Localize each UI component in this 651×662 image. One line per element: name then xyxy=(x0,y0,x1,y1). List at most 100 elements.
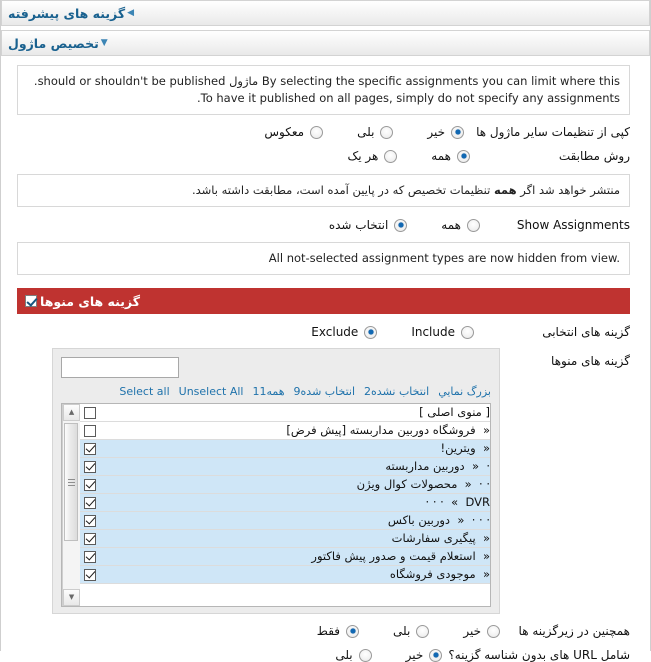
radio-match-method-all[interactable]: همه xyxy=(431,149,470,163)
tree-scrollbar[interactable]: ▲ ▼ xyxy=(62,404,80,606)
tree-row[interactable]: · · · « دوربین باکس xyxy=(80,512,490,530)
radio-label: همه xyxy=(441,218,461,232)
tree-row[interactable]: « فروشگاه دوربین مداربسته [پیش فرض] xyxy=(80,422,490,440)
checkbox-icon[interactable] xyxy=(25,295,37,307)
radio-icon[interactable] xyxy=(416,624,430,638)
radio-match-method-any[interactable]: هر یک xyxy=(347,149,398,163)
scroll-down-button[interactable]: ▼ xyxy=(63,589,80,606)
checkbox-icon[interactable] xyxy=(84,478,96,491)
radio-label: بلی xyxy=(393,624,411,638)
tree-row[interactable]: · · « محصولات کوال ویژن xyxy=(80,476,490,494)
menu-options-bar[interactable]: گزینه های منوها xyxy=(17,288,630,314)
row-match-method: روش مطابقت همه هر یک xyxy=(17,149,630,163)
match-method-note: منتشر خواهد شد اگر همه تنظیمات تخصیص که … xyxy=(17,174,630,207)
scroll-track[interactable] xyxy=(63,421,80,589)
radio-icon[interactable] xyxy=(451,125,465,139)
scroll-up-button[interactable]: ▲ xyxy=(63,404,80,421)
radio-include-subitems-only[interactable]: فقط xyxy=(317,624,359,638)
radio-icon[interactable] xyxy=(346,624,359,638)
checkbox-icon[interactable] xyxy=(84,532,96,545)
radio-icon[interactable] xyxy=(310,125,324,139)
row-show-assignments-label: Show Assignments xyxy=(516,218,630,232)
radio-label: هر یک xyxy=(347,149,379,163)
tree-row[interactable]: « پیگیری سفارشات xyxy=(80,530,490,548)
radio-icon[interactable] xyxy=(487,624,500,638)
checkbox-icon[interactable] xyxy=(84,550,96,563)
tree-row-label: « استعلام قیمت و صدور پیش فاکتور xyxy=(311,549,490,563)
radio-icon[interactable] xyxy=(461,325,474,339)
menu-options-bar-label: گزینه های منوها xyxy=(40,293,140,309)
link-selected-count[interactable]: انتخاب شده9 xyxy=(294,385,356,398)
menu-tree-list: [ منوی اصلی ] « فروشگاه دوربین مداربسته [… xyxy=(80,404,490,606)
tree-row[interactable]: [ منوی اصلی ] xyxy=(80,404,490,422)
radio-copy-settings-yes[interactable]: بلی xyxy=(357,125,394,139)
assignment-help-line-1: By selecting the specific assignments yo… xyxy=(33,74,620,88)
menu-options-picker: بزرگ نمايي انتخاب نشده2 انتخاب شده9 همه1… xyxy=(52,348,500,614)
link-select-all[interactable]: Select all xyxy=(119,385,169,398)
link-unselect-all[interactable]: Unselect All xyxy=(179,385,244,398)
checkbox-icon[interactable] xyxy=(84,406,96,419)
radio-copy-settings-no[interactable]: خیر xyxy=(427,125,465,139)
radio-label: خیر xyxy=(427,125,446,139)
menu-tree: [ منوی اصلی ] « فروشگاه دوربین مداربسته [… xyxy=(61,403,491,607)
radio-label: خیر xyxy=(463,624,481,638)
radio-label: فقط xyxy=(316,624,340,638)
link-all-count[interactable]: همه11 xyxy=(252,385,284,398)
panel-header-advanced-options-label: گزینه های پیشرفته xyxy=(8,5,126,21)
row-match-method-options: همه هر یک xyxy=(347,149,470,163)
radio-include-subitems-yes[interactable]: بلی xyxy=(393,624,430,638)
radio-show-assignments-selected[interactable]: انتخاب شده xyxy=(328,218,408,232)
chevron-left-icon: ◀ xyxy=(127,7,135,18)
scroll-thumb[interactable] xyxy=(64,423,78,541)
row-show-assignments: Show Assignments همه انتخاب شده xyxy=(17,218,630,232)
radio-copy-settings-reverse[interactable]: معکوس xyxy=(264,125,324,139)
search-input[interactable] xyxy=(61,357,179,378)
tree-row[interactable]: · « دوربین مداربسته xyxy=(80,458,490,476)
radio-selected-options-include[interactable]: Include xyxy=(411,325,474,339)
tree-row[interactable]: « ویترین! xyxy=(80,440,490,458)
tree-row-label: [ منوی اصلی ] xyxy=(419,405,490,419)
radio-icon[interactable] xyxy=(457,149,470,163)
checkbox-icon[interactable] xyxy=(84,496,96,509)
checkbox-icon[interactable] xyxy=(84,424,96,437)
panel-header-advanced-options[interactable]: ◀ گزینه های پیشرفته xyxy=(1,0,650,26)
radio-icon[interactable] xyxy=(384,149,398,163)
radio-icon[interactable] xyxy=(358,648,372,662)
picker-toolbar: بزرگ نمايي انتخاب نشده2 انتخاب شده9 همه1… xyxy=(61,385,491,403)
tree-row-label: · · « محصولات کوال ویژن xyxy=(356,477,490,491)
bottom-rows: همچنین در زیرگزینه ها خیر بلی فقط شامل U… xyxy=(1,624,650,662)
checkbox-icon[interactable] xyxy=(84,568,96,581)
radio-label: معکوس xyxy=(264,125,305,139)
radio-include-no-itemid-urls-no[interactable]: خیر xyxy=(406,648,443,662)
radio-label: انتخاب شده xyxy=(328,218,389,232)
picker-search-row xyxy=(61,357,491,378)
tree-row[interactable]: « استعلام قیمت و صدور پیش فاکتور xyxy=(80,548,490,566)
radio-show-assignments-all[interactable]: همه xyxy=(441,218,480,232)
tree-row-label: « پیگیری سفارشات xyxy=(391,531,490,545)
link-zoom[interactable]: بزرگ نمايي xyxy=(438,385,491,398)
link-unselected-count[interactable]: انتخاب نشده2 xyxy=(364,385,429,398)
radio-icon[interactable] xyxy=(394,218,408,232)
row-include-subitems-label: همچنین در زیرگزینه ها xyxy=(518,624,630,638)
row-include-no-itemid-urls-options: خیر بلی xyxy=(335,648,443,662)
checkbox-icon[interactable] xyxy=(84,460,96,473)
radio-selected-options-exclude[interactable]: Exclude xyxy=(311,325,378,339)
radio-label: Exclude xyxy=(311,325,359,339)
radio-include-subitems-no[interactable]: خیر xyxy=(463,624,500,638)
radio-icon[interactable] xyxy=(380,125,394,139)
radio-icon[interactable] xyxy=(429,648,443,662)
panel-header-module-assignment[interactable]: ▼ تخصیص ماژول xyxy=(1,30,650,56)
assignment-help-note: By selecting the specific assignments yo… xyxy=(17,65,630,115)
checkbox-icon[interactable] xyxy=(84,442,96,455)
tree-row[interactable]: · · · « DVR xyxy=(80,494,490,512)
row-include-no-itemid-urls: شامل URL های بدون شناسه گزینه؟ خیر بلی xyxy=(17,648,630,662)
row-copy-settings-options: خیر بلی معکوس xyxy=(264,125,465,139)
tree-row-label: · · · « DVR xyxy=(425,495,490,509)
radio-include-no-itemid-urls-yes[interactable]: بلی xyxy=(335,648,372,662)
checkbox-icon[interactable] xyxy=(84,514,96,527)
radio-icon[interactable] xyxy=(364,325,378,339)
row-include-subitems-options: خیر بلی فقط xyxy=(317,624,500,638)
radio-label: بلی xyxy=(335,648,353,662)
tree-row[interactable]: « موجودی فروشگاه xyxy=(80,566,490,584)
radio-icon[interactable] xyxy=(467,218,480,232)
